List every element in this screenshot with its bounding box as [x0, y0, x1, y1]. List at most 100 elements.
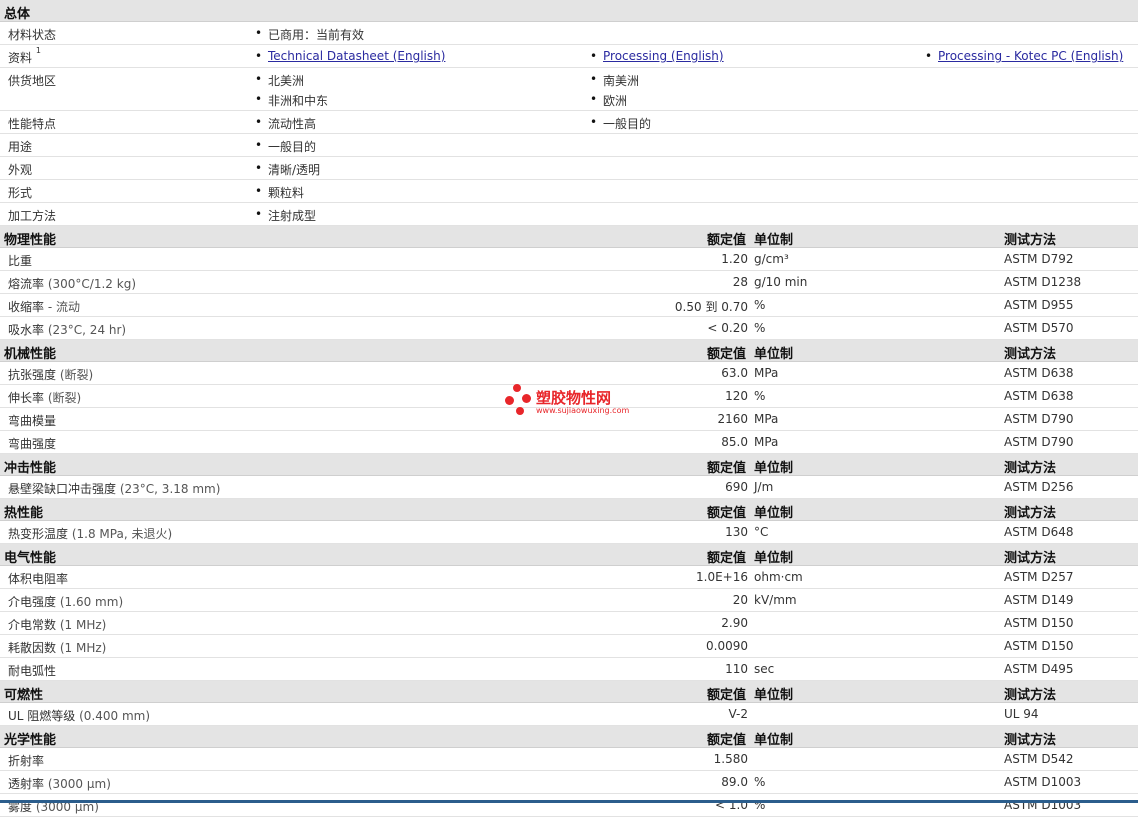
property-value: < 0.20: [707, 321, 748, 335]
property-unit: J/m: [754, 480, 774, 494]
property-value: V-2: [728, 707, 748, 721]
property-condition: (1 MHz): [59, 641, 107, 655]
header-unit: 单位制: [754, 347, 794, 362]
property-unit: ohm·cm: [754, 570, 803, 584]
electrical-row: 介电常数 (1 MHz) 2.90 ASTM D150: [0, 612, 1138, 635]
property-method: ASTM D542: [1004, 752, 1074, 766]
property-method: UL 94: [1004, 707, 1039, 721]
header-unit: 单位制: [754, 688, 794, 703]
doc-link-processing-kotec[interactable]: Processing - Kotec PC (English): [938, 49, 1123, 63]
property-condition: - 流动: [47, 300, 80, 314]
property-value: 0.0090: [706, 639, 748, 653]
physical-row: 比重 1.20 g/cm³ ASTM D792: [0, 248, 1138, 271]
thermal-row: 热变形温度 (1.8 MPa, 未退火) 130 °C ASTM D648: [0, 521, 1138, 544]
property-value: 1.0E+16: [696, 570, 748, 584]
header-method: 测试方法: [1004, 688, 1057, 703]
header-nominal: 额定值: [706, 506, 746, 521]
region-item: 北美洲: [255, 72, 304, 89]
header-method: 测试方法: [1004, 733, 1057, 748]
property-value: 0.50 到 0.70: [674, 300, 748, 314]
property-unit: °C: [754, 525, 769, 539]
row-regions: 供货地区 北美洲 南美洲 非洲和中东 欧洲: [0, 68, 1138, 111]
property-unit: MPa: [754, 366, 779, 380]
property-value: 85.0: [721, 435, 748, 449]
doc-link-processing[interactable]: Processing (English): [603, 49, 724, 63]
property-name: 折射率: [8, 754, 45, 768]
row-features: 性能特点 流动性高 一般目的: [0, 111, 1138, 134]
row-label: 加工方法: [8, 209, 57, 223]
property-value: 20: [732, 593, 748, 607]
electrical-row: 耐电弧性 110 sec ASTM D495: [0, 658, 1138, 681]
property-label: 弯曲强度: [8, 435, 56, 452]
property-condition: (0.400 mm): [79, 709, 151, 723]
property-label: 透射率 (3000 µm): [8, 775, 111, 792]
property-name: 吸水率: [8, 323, 45, 337]
section-title: 物理性能: [4, 233, 57, 248]
electrical-section-header: 电气性能 额定值 单位制 测试方法: [0, 544, 1138, 566]
property-unit: %: [754, 298, 766, 312]
region-item: 南美洲: [590, 72, 639, 89]
uses-value: 一般目的: [255, 138, 316, 155]
property-name: 弯曲强度: [8, 437, 57, 451]
watermark-name: 塑胶物性网: [536, 389, 612, 407]
property-label: 悬壁梁缺口冲击强度 (23°C, 3.18 mm): [8, 480, 220, 497]
section-title: 总体: [4, 7, 31, 22]
row-label: 材料状态: [8, 28, 57, 42]
doc-link-item: Processing (English): [590, 49, 724, 63]
flammability-row: UL 阻燃等级 (0.400 mm) V-2 UL 94: [0, 703, 1138, 726]
property-name: 弯曲模量: [8, 414, 57, 428]
doc-link-technical-datasheet[interactable]: Technical Datasheet (English): [268, 49, 445, 63]
physical-section-header: 物理性能 额定值 单位制 测试方法: [0, 226, 1138, 248]
header-nominal: 额定值: [706, 233, 746, 248]
property-unit: %: [754, 389, 766, 403]
property-method: ASTM D149: [1004, 593, 1074, 607]
property-name: 比重: [8, 254, 33, 268]
property-name: 介电强度: [8, 595, 57, 609]
property-label: 耐电弧性: [8, 662, 56, 679]
property-value: 2.90: [721, 616, 748, 630]
property-value: 130: [725, 525, 748, 539]
section-title: 光学性能: [4, 733, 57, 748]
property-method: ASTM D638: [1004, 366, 1074, 380]
header-unit: 单位制: [754, 506, 794, 521]
property-label: 比重: [8, 252, 32, 269]
property-value: 690: [725, 480, 748, 494]
property-unit: MPa: [754, 435, 779, 449]
property-name: 伸长率: [8, 391, 45, 405]
header-unit: 单位制: [754, 551, 794, 566]
property-condition: (23°C, 24 hr): [47, 323, 127, 337]
property-name: UL 阻燃等级: [8, 709, 76, 723]
property-name: 热变形温度: [8, 527, 69, 541]
section-title: 机械性能: [4, 347, 57, 362]
electrical-row: 体积电阻率 1.0E+16 ohm·cm ASTM D257: [0, 566, 1138, 589]
property-method: ASTM D1238: [1004, 275, 1082, 289]
row-label: 用途: [8, 140, 33, 154]
mechanical-section-header: 机械性能 额定值 单位制 测试方法: [0, 340, 1138, 362]
property-name: 耗散因数: [8, 641, 57, 655]
property-label: 弯曲模量: [8, 412, 56, 429]
header-method: 测试方法: [1004, 506, 1057, 521]
flammability-section-header: 可燃性 额定值 单位制 测试方法: [0, 681, 1138, 703]
property-label: 收缩率 - 流动: [8, 298, 80, 315]
mechanical-row: 抗张强度 (断裂) 63.0 MPa ASTM D638: [0, 362, 1138, 385]
property-condition: (断裂): [47, 391, 82, 405]
property-label: 伸长率 (断裂): [8, 389, 81, 406]
property-method: ASTM D150: [1004, 616, 1074, 630]
property-method: ASTM D648: [1004, 525, 1074, 539]
row-label: 资料 1: [8, 46, 41, 65]
doc-link-item: Processing - Kotec PC (English): [925, 49, 1123, 63]
header-unit: 单位制: [754, 461, 794, 476]
header-unit: 单位制: [754, 733, 794, 748]
optical-row: 折射率 1.580 ASTM D542: [0, 748, 1138, 771]
property-method: ASTM D256: [1004, 480, 1074, 494]
property-label: 折射率: [8, 752, 44, 769]
header-unit: 单位制: [754, 233, 794, 248]
property-method: ASTM D955: [1004, 298, 1074, 312]
mechanical-row: 弯曲强度 85.0 MPa ASTM D790: [0, 431, 1138, 454]
section-title: 电气性能: [4, 551, 57, 566]
property-name: 介电常数: [8, 618, 57, 632]
property-unit: g/cm³: [754, 252, 789, 266]
property-sections: 物理性能 额定值 单位制 测试方法 比重 1.20 g/cm³ ASTM D792 熔流率 (…: [0, 226, 1138, 817]
row-material-status: 材料状态 已商用：当前有效: [0, 22, 1138, 45]
property-condition: (3000 µm): [47, 777, 111, 791]
